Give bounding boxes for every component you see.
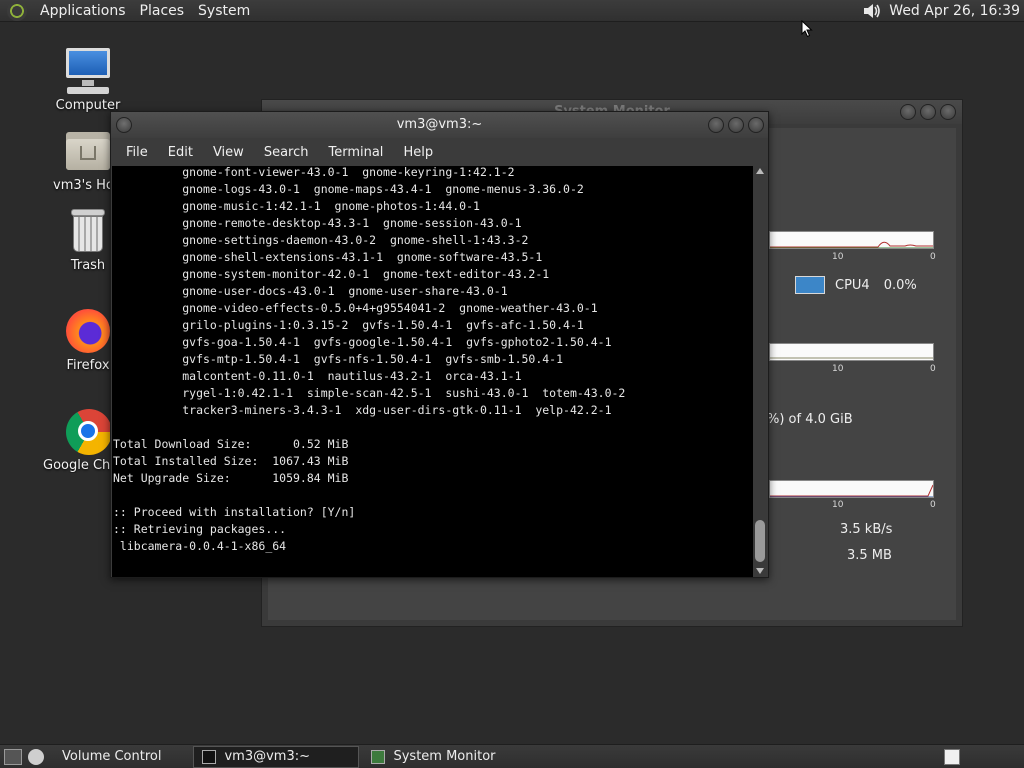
trash-icon	[63, 206, 113, 256]
scroll-down-arrow-icon[interactable]	[756, 568, 764, 574]
terminal-line: gnome-settings-daemon-43.0-2 gnome-shell…	[113, 233, 529, 247]
terminal-icon	[202, 749, 217, 764]
terminal-line: tracker3-miners-3.4.3-1 xdg-user-dirs-gt…	[113, 403, 612, 417]
maximize-button[interactable]	[728, 117, 744, 133]
top-panel: Applications Places System Wed Apr 26, 1…	[0, 0, 1024, 22]
terminal-line: gnome-shell-extensions-43.1-1 gnome-soft…	[113, 250, 543, 264]
terminal-window[interactable]: vm3@vm3:~ File Edit View Search Terminal…	[110, 111, 769, 578]
memory-history-graph	[769, 343, 934, 361]
axis-label: 0	[930, 500, 936, 510]
task-terminal[interactable]: vm3@vm3:~	[193, 745, 360, 768]
network-receive-total: 3.5 MB	[847, 548, 892, 563]
clock[interactable]: Wed Apr 26, 16:39	[889, 3, 1024, 19]
cpu-history-graph	[769, 231, 934, 249]
axis-label: 0	[930, 252, 936, 262]
terminal-scrollbar[interactable]	[753, 166, 767, 577]
scroll-up-arrow-icon[interactable]	[756, 168, 764, 174]
terminal-line: :: Proceed with installation? [Y/n]	[113, 505, 356, 519]
window-title: vm3@vm3:~	[396, 117, 483, 132]
terminal-line: rygel-1:0.42.1-1 simple-scan-42.5-1 sush…	[113, 386, 626, 400]
minimize-button[interactable]	[708, 117, 724, 133]
menu-places[interactable]: Places	[133, 3, 192, 19]
cpu4-color-swatch[interactable]	[795, 276, 825, 294]
close-button[interactable]	[748, 117, 764, 133]
menu-file[interactable]: File	[116, 145, 158, 160]
cpu4-label: CPU4	[835, 277, 870, 293]
task-volume-control[interactable]: Volume Control	[54, 746, 169, 768]
task-label: Volume Control	[62, 749, 162, 764]
terminal-line: libcamera-0.0.4-1-x86_64	[113, 539, 287, 553]
terminal-line: gnome-font-viewer-43.0-1 gnome-keyring-1…	[113, 166, 515, 179]
desktop-icon-computer[interactable]: Computer	[40, 46, 136, 113]
terminal-line: gnome-remote-desktop-43.3-1 gnome-sessio…	[113, 216, 522, 230]
speaker-icon[interactable]	[861, 1, 883, 21]
memory-usage-text: %) of 4.0 GiB	[767, 412, 853, 427]
task-label: System Monitor	[393, 749, 496, 764]
terminal-line: Net Upgrade Size: 1059.84 MiB	[113, 471, 349, 485]
axis-label: 10	[832, 252, 844, 262]
terminal-line: Total Download Size: 0.52 MiB	[113, 437, 349, 451]
cpu4-legend: CPU4 0.0%	[795, 276, 917, 294]
terminal-line: gnome-music-1:42.1-1 gnome-photos-1:44.0…	[113, 199, 480, 213]
home-folder-icon	[63, 126, 113, 176]
terminal-line: Total Installed Size: 1067.43 MiB	[113, 454, 349, 468]
terminal-line: gvfs-goa-1.50.4-1 gvfs-google-1.50.4-1 g…	[113, 335, 612, 349]
terminal-line: malcontent-0.11.0-1 nautilus-43.2-1 orca…	[113, 369, 522, 383]
terminal-line: gvfs-mtp-1.50.4-1 gvfs-nfs-1.50.4-1 gvfs…	[113, 352, 564, 366]
mouse-cursor-icon	[801, 20, 813, 38]
firefox-icon	[63, 306, 113, 356]
menu-help[interactable]: Help	[393, 145, 443, 160]
network-receive-rate: 3.5 kB/s	[840, 522, 893, 537]
terminal-line: gnome-system-monitor-42.0-1 gnome-text-e…	[113, 267, 550, 281]
terminal-screen[interactable]: gnome-font-viewer-43.0-1 gnome-keyring-1…	[112, 166, 754, 577]
terminal-titlebar[interactable]: vm3@vm3:~	[111, 112, 768, 138]
bottom-panel: Volume Control vm3@vm3:~ System Monitor	[0, 744, 1024, 768]
terminal-line: gnome-logs-43.0-1 gnome-maps-43.4-1 gnom…	[113, 182, 584, 196]
workspace-switcher-icon[interactable]	[944, 748, 960, 765]
maximize-button[interactable]	[920, 104, 936, 120]
desktop-icon-label: Google Chrome	[43, 458, 113, 473]
chrome-icon	[63, 406, 113, 456]
show-desktop-icon[interactable]	[4, 748, 22, 765]
system-monitor-icon	[371, 749, 386, 764]
terminal-line: gnome-user-docs-43.0-1 gnome-user-share-…	[113, 284, 508, 298]
minimize-button[interactable]	[900, 104, 916, 120]
cpu4-value: 0.0%	[883, 277, 917, 293]
menu-view[interactable]: View	[203, 145, 254, 160]
menu-applications[interactable]: Applications	[33, 3, 133, 19]
menu-search[interactable]: Search	[254, 145, 319, 160]
terminal-line: :: Retrieving packages...	[113, 522, 287, 536]
close-button[interactable]	[940, 104, 956, 120]
distro-logo-icon[interactable]	[7, 0, 27, 21]
axis-label: 10	[832, 364, 844, 374]
terminal-line: grilo-plugins-1:0.3.15-2 gvfs-1.50.4-1 g…	[113, 318, 584, 332]
task-label: vm3@vm3:~	[224, 749, 311, 764]
axis-label: 0	[930, 364, 936, 374]
menu-system[interactable]: System	[191, 3, 257, 19]
axis-label: 10	[832, 500, 844, 510]
task-system-monitor[interactable]: System Monitor	[363, 746, 503, 768]
menu-terminal[interactable]: Terminal	[318, 145, 393, 160]
scrollbar-thumb[interactable]	[755, 520, 765, 562]
computer-icon	[63, 46, 113, 96]
menu-edit[interactable]: Edit	[158, 145, 203, 160]
volume-control-applet-icon[interactable]	[28, 748, 44, 765]
terminal-menubar: File Edit View Search Terminal Help	[111, 138, 768, 166]
network-history-graph	[769, 480, 934, 498]
terminal-line: gnome-video-effects-0.5.0+4+g9554041-2 g…	[113, 301, 598, 315]
terminal-output: gnome-font-viewer-43.0-1 gnome-keyring-1…	[112, 166, 754, 555]
